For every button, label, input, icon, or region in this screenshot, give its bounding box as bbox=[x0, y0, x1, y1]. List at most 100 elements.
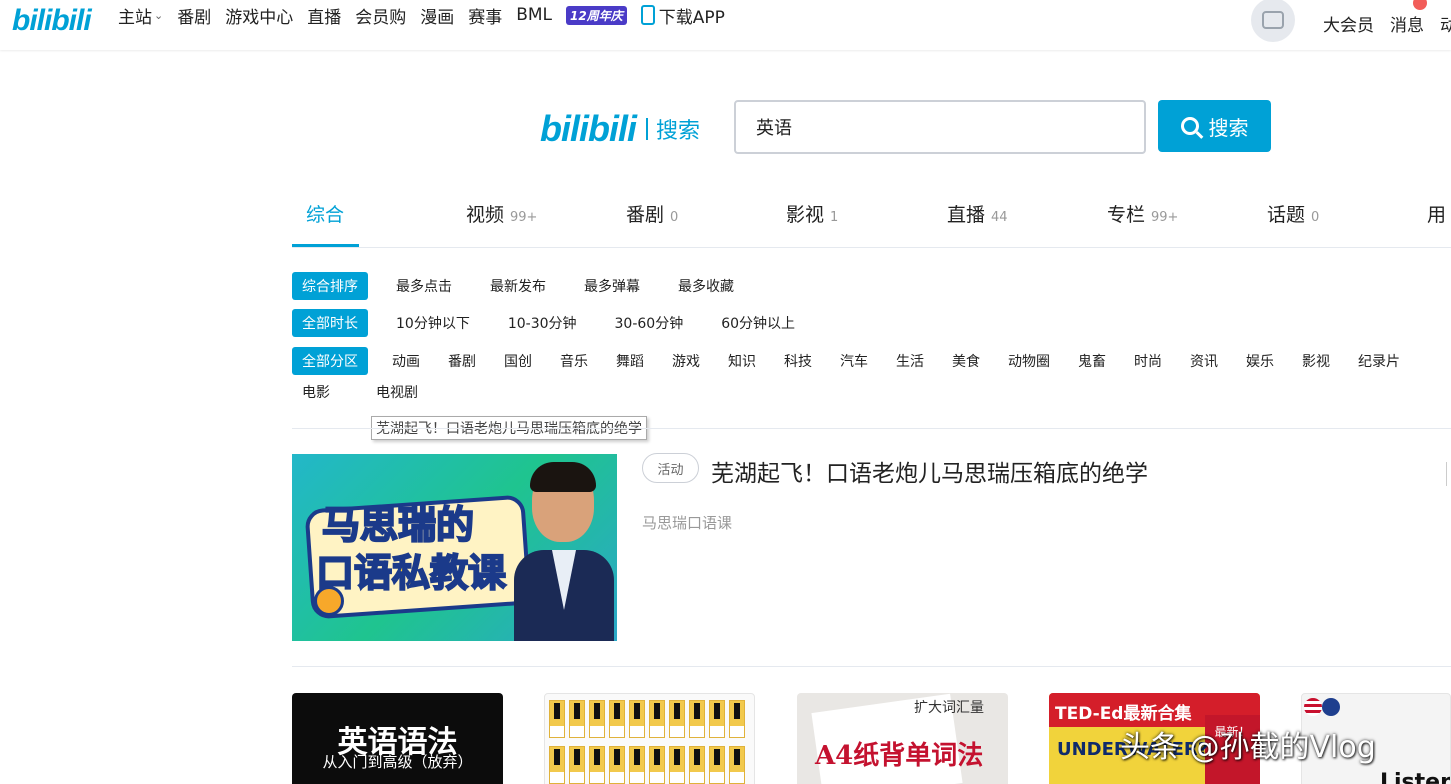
folder-icon bbox=[669, 746, 685, 784]
filter-zone[interactable]: 科技 bbox=[774, 347, 822, 375]
filter-order-new[interactable]: 最新发布 bbox=[480, 272, 556, 300]
filter-zone[interactable]: 舞蹈 bbox=[606, 347, 654, 375]
filter-zone-tv[interactable]: 电视剧 bbox=[366, 378, 428, 406]
nav-game-center[interactable]: 游戏中心 bbox=[225, 3, 293, 28]
nav-dynamics[interactable]: 动 bbox=[1440, 11, 1451, 36]
video-card-thumbnail[interactable]: 英语语法 从入门到高级（放弃） bbox=[292, 693, 503, 784]
folder-icon bbox=[549, 700, 565, 738]
folder-icon bbox=[629, 700, 645, 738]
nav-download-app[interactable]: 下载APP bbox=[640, 3, 725, 28]
search-icon bbox=[1180, 117, 1199, 135]
nav-esports[interactable]: 赛事 bbox=[468, 3, 502, 28]
filter-zone[interactable]: 娱乐 bbox=[1236, 347, 1284, 375]
filter-order-danmaku[interactable]: 最多弹幕 bbox=[574, 272, 650, 300]
video-card-thumbnail[interactable]: 扩大词汇量 A4纸背单词法 bbox=[797, 693, 1008, 784]
activity-tag: 活动 bbox=[642, 453, 699, 483]
tab-label: 直播 bbox=[947, 204, 986, 226]
filter-duration-over-60[interactable]: 60分钟以上 bbox=[711, 309, 805, 337]
search-input[interactable] bbox=[734, 100, 1146, 154]
card-title-text: A4纸背单词法 bbox=[815, 741, 984, 771]
filter-duration-10-30[interactable]: 10-30分钟 bbox=[498, 309, 587, 337]
filter-zone[interactable]: 音乐 bbox=[550, 347, 598, 375]
filter-duration-all[interactable]: 全部时长 bbox=[292, 309, 368, 337]
folder-icon bbox=[609, 746, 625, 784]
tab-video[interactable]: 视频 99+ bbox=[466, 200, 537, 227]
filter-zone[interactable]: 动画 bbox=[382, 347, 430, 375]
nav-manga[interactable]: 漫画 bbox=[420, 3, 454, 28]
tab-live[interactable]: 直播 44 bbox=[947, 200, 1008, 227]
watermark: 头条 @孙截的Vlog bbox=[1120, 730, 1376, 765]
filter-zone[interactable]: 美食 bbox=[942, 347, 990, 375]
chevron-down-icon: ⌄ bbox=[154, 8, 164, 22]
filter-zone[interactable]: 汽车 bbox=[830, 347, 878, 375]
card-subtitle-text: 从入门到高级（放弃） bbox=[322, 753, 473, 771]
tab-user[interactable]: 用 bbox=[1427, 200, 1446, 227]
filter-zone[interactable]: 国创 bbox=[494, 347, 542, 375]
avatar[interactable] bbox=[1251, 0, 1295, 42]
nav-bml[interactable]: BML bbox=[516, 5, 552, 25]
tab-label: 影视 bbox=[786, 204, 825, 226]
uk-flag-icon bbox=[1322, 698, 1340, 716]
filter-zone-movie[interactable]: 电影 bbox=[292, 378, 340, 406]
filter-zone[interactable]: 鬼畜 bbox=[1068, 347, 1116, 375]
search-button[interactable]: 搜索 bbox=[1158, 100, 1271, 152]
tab-bangumi[interactable]: 番剧 0 bbox=[626, 200, 678, 227]
card-tag-text: 扩大词汇量 bbox=[914, 700, 984, 716]
bilibili-logo[interactable]: bilibili bbox=[12, 4, 92, 38]
filter-zone[interactable]: 影视 bbox=[1292, 347, 1340, 375]
anniversary-badge[interactable]: 12周年庆 bbox=[566, 5, 627, 25]
filter-order-default[interactable]: 综合排序 bbox=[292, 272, 368, 300]
tab-all[interactable]: 综合 bbox=[306, 200, 344, 227]
nav-messages[interactable]: 消息 bbox=[1390, 11, 1424, 36]
folder-icon bbox=[689, 746, 705, 784]
nav-shop[interactable]: 会员购 bbox=[355, 3, 406, 28]
filter-duration-30-60[interactable]: 30-60分钟 bbox=[605, 309, 694, 337]
duration-filter: 全部时长 10分钟以下 10-30分钟 30-60分钟 60分钟以上 bbox=[292, 309, 823, 337]
filter-zone[interactable]: 时尚 bbox=[1124, 347, 1172, 375]
filter-zone[interactable]: 知识 bbox=[718, 347, 766, 375]
search-logo-text: 搜索 bbox=[656, 119, 701, 144]
filter-zone[interactable]: 生活 bbox=[886, 347, 934, 375]
download-label: 下载APP bbox=[658, 7, 725, 28]
tab-label: 综合 bbox=[306, 204, 345, 226]
folder-icon bbox=[649, 700, 665, 738]
notification-badge bbox=[1413, 0, 1427, 10]
folder-icon bbox=[649, 746, 665, 784]
filter-order-fav[interactable]: 最多收藏 bbox=[668, 272, 744, 300]
filter-zone[interactable]: 纪录片 bbox=[1348, 347, 1410, 375]
filter-duration-under-10[interactable]: 10分钟以下 bbox=[386, 309, 480, 337]
tab-topic[interactable]: 话题 0 bbox=[1267, 200, 1319, 227]
nav-live[interactable]: 直播 bbox=[307, 3, 341, 28]
filter-zone[interactable]: 资讯 bbox=[1180, 347, 1228, 375]
tab-count: 1 bbox=[830, 210, 839, 225]
nav-main-site[interactable]: 主站 ⌄ bbox=[118, 3, 163, 28]
tab-count: 0 bbox=[1311, 210, 1320, 225]
filter-zone[interactable]: 番剧 bbox=[438, 347, 486, 375]
tab-label: 话题 bbox=[1267, 204, 1306, 226]
planet-icon bbox=[314, 586, 344, 616]
folder-icon bbox=[709, 700, 725, 738]
tab-article[interactable]: 专栏 99+ bbox=[1107, 200, 1178, 227]
filter-zone-all[interactable]: 全部分区 bbox=[292, 347, 368, 375]
video-card-thumbnail[interactable] bbox=[544, 693, 755, 784]
tab-film[interactable]: 影视 1 bbox=[786, 200, 838, 227]
nav-vip[interactable]: 大会员 bbox=[1323, 11, 1374, 36]
folder-icon bbox=[549, 746, 565, 784]
top-nav-bar: bilibili 主站 ⌄ 番剧 游戏中心 直播 会员购 漫画 赛事 BML 1… bbox=[0, 0, 1451, 50]
user-nav: 大会员 消息 动 bbox=[1251, 0, 1451, 42]
folder-icon bbox=[589, 700, 605, 738]
tab-count: 99+ bbox=[1151, 210, 1179, 225]
feature-title-link[interactable]: 芜湖起飞！口语老炮儿马思瑞压箱底的绝学 bbox=[711, 454, 1148, 488]
folder-grid bbox=[549, 700, 747, 784]
scroll-edge bbox=[1446, 462, 1451, 486]
filter-zone[interactable]: 动物圈 bbox=[998, 347, 1060, 375]
folder-icon bbox=[589, 746, 605, 784]
folder-icon bbox=[729, 746, 745, 784]
result-type-tabs: 综合 视频 99+ 番剧 0 影视 1 直播 44 专栏 99+ 话题 0 用 bbox=[292, 192, 1451, 248]
nav-anime[interactable]: 番剧 bbox=[177, 3, 211, 28]
filter-order-click[interactable]: 最多点击 bbox=[386, 272, 462, 300]
zone-filter-row2: 电影 电视剧 bbox=[292, 378, 436, 406]
feature-thumbnail[interactable]: 马思瑞的 口语私教课 bbox=[292, 454, 617, 641]
filter-zone[interactable]: 游戏 bbox=[662, 347, 710, 375]
tab-count: 44 bbox=[991, 210, 1008, 225]
